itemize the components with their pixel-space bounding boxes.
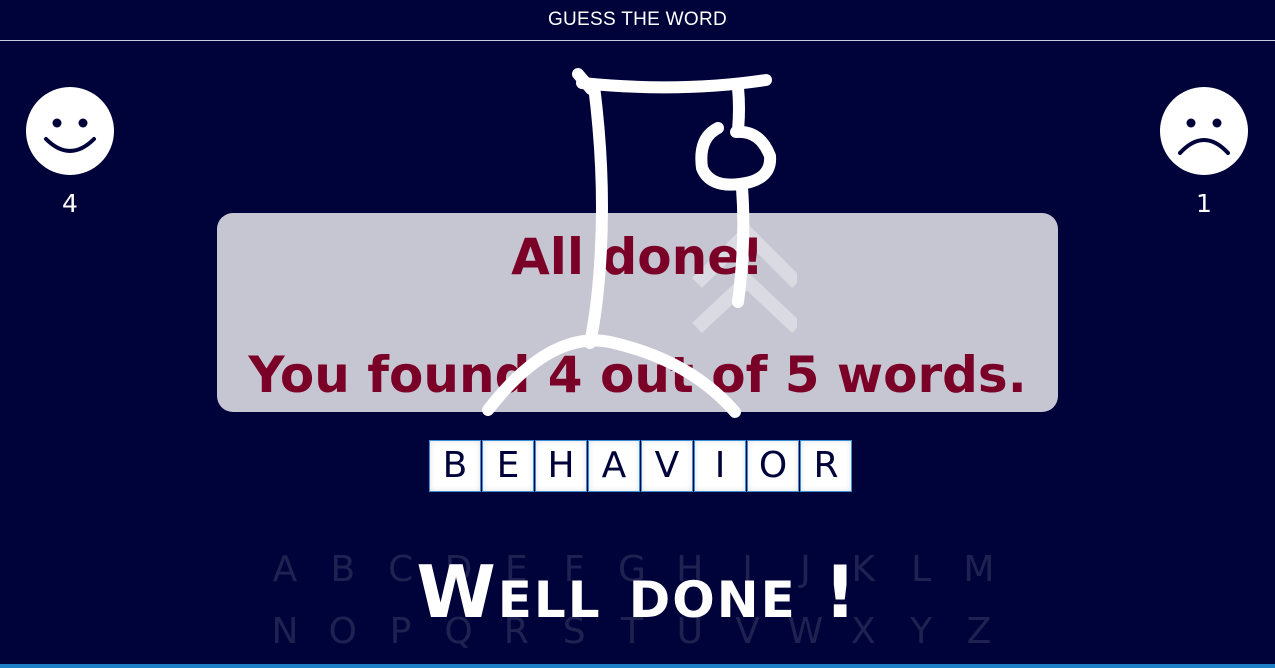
hangman-gallows-icon xyxy=(482,68,777,418)
won-count: 4 xyxy=(62,189,78,218)
word-letter-tile: I xyxy=(694,440,746,492)
bottom-accent-bar xyxy=(0,664,1275,668)
word-letter-tile: B xyxy=(429,440,481,492)
word-letter-tile: H xyxy=(535,440,587,492)
guessed-word: BEHAVIOR xyxy=(429,440,852,492)
word-letter-tile: O xyxy=(747,440,799,492)
well-done-banner: Well done ! xyxy=(416,550,859,634)
word-letter-tile: R xyxy=(800,440,852,492)
app-title: GUESS THE WORD xyxy=(0,0,1275,41)
word-letter-tile: A xyxy=(588,440,640,492)
score-won: 4 xyxy=(26,87,114,219)
sad-face-icon xyxy=(1160,87,1248,175)
word-letter-tile: E xyxy=(482,440,534,492)
score-lost: 1 xyxy=(1160,87,1248,219)
word-letter-tile: V xyxy=(641,440,693,492)
lost-count: 1 xyxy=(1196,189,1212,218)
smiley-face-icon xyxy=(26,87,114,175)
